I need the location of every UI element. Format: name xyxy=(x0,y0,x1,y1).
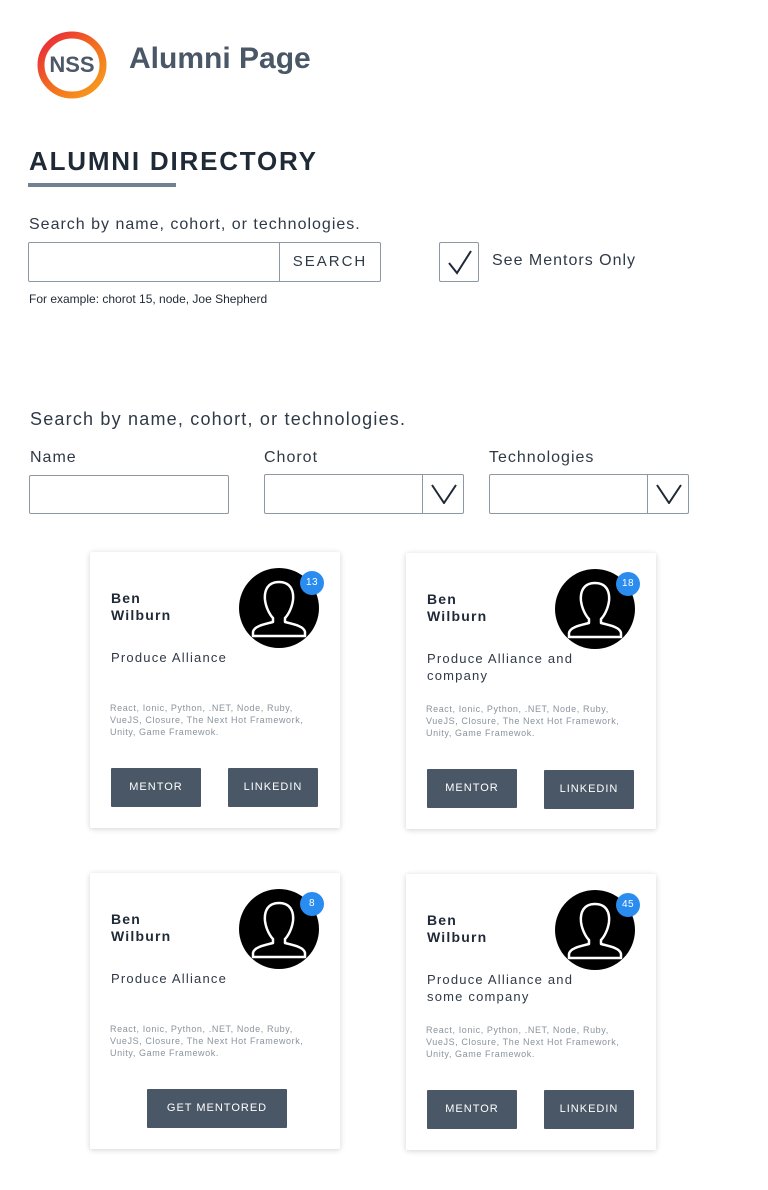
get-mentored-button[interactable]: GET MENTORED xyxy=(147,1089,287,1128)
alumni-last-name: Wilburn xyxy=(111,607,172,623)
cohort-dropdown-toggle[interactable] xyxy=(422,475,463,513)
search-button[interactable]: SEARCH xyxy=(279,242,381,282)
mentors-only-label: See Mentors Only xyxy=(492,252,637,269)
nss-logo: NSS xyxy=(36,30,108,100)
alumni-name: Ben Wilburn xyxy=(427,591,537,625)
chevron-down-icon xyxy=(431,484,457,504)
alumni-technologies: React, Ionic, Python, .NET, Node, Ruby, … xyxy=(110,703,304,737)
name-input[interactable] xyxy=(29,475,229,514)
alumni-company: Produce Alliance xyxy=(111,650,228,665)
linkedin-button[interactable]: LINKEDIN xyxy=(544,1090,634,1129)
tech-dropdown-toggle[interactable] xyxy=(647,475,688,513)
alumni-last-name: Wilburn xyxy=(427,929,488,945)
mentor-button[interactable]: MENTOR xyxy=(111,768,201,807)
alumni-company: Produce Alliance xyxy=(111,971,228,986)
tech-select[interactable] xyxy=(489,474,689,514)
page: NSS Alumni Page ALUMNI DIRECTORY Search … xyxy=(0,0,768,1190)
mentor-button[interactable]: MENTOR xyxy=(427,769,517,808)
mentors-only-checkbox[interactable] xyxy=(439,242,479,282)
alumni-first-name: Ben xyxy=(111,590,142,606)
alumni-name: Ben Wilburn xyxy=(427,912,537,946)
alumni-company: Produce Alliance and some company xyxy=(427,972,574,1004)
alumni-first-name: Ben xyxy=(427,912,458,928)
alumni-card: Ben Wilburn 18 Produce Alliance and comp… xyxy=(406,553,656,829)
mentee-count-badge: 13 xyxy=(300,571,324,595)
alumni-first-name: Ben xyxy=(111,911,142,927)
alumni-last-name: Wilburn xyxy=(427,608,488,624)
alumni-card: Ben Wilburn 8 Produce Alliance React, Io… xyxy=(90,873,340,1149)
alumni-name: Ben Wilburn xyxy=(111,911,221,945)
alumni-card: Ben Wilburn 45 Produce Alliance and some… xyxy=(406,874,656,1150)
chevron-down-icon xyxy=(656,484,682,504)
linkedin-button[interactable]: LINKEDIN xyxy=(544,770,634,809)
tech-label: Technologies xyxy=(489,449,595,466)
title-underline xyxy=(28,183,176,187)
linkedin-button[interactable]: LINKEDIN xyxy=(228,768,318,807)
name-label: Name xyxy=(30,449,77,466)
checkmark-icon xyxy=(448,250,472,275)
mentor-button[interactable]: MENTOR xyxy=(427,1090,517,1129)
alumni-last-name: Wilburn xyxy=(111,928,172,944)
mentee-count-badge: 45 xyxy=(616,893,640,917)
cohort-label: Chorot xyxy=(264,449,319,466)
search-input[interactable] xyxy=(29,243,279,281)
logo-text: NSS xyxy=(49,52,95,77)
directory-title: ALUMNI DIRECTORY xyxy=(29,146,318,176)
mentee-count-badge: 18 xyxy=(616,572,640,596)
alumni-name: Ben Wilburn xyxy=(111,590,221,624)
alumni-technologies: React, Ionic, Python, .NET, Node, Ruby, … xyxy=(110,1024,304,1058)
search-caption: Search by name, cohort, or technologies. xyxy=(29,216,361,233)
alumni-technologies: React, Ionic, Python, .NET, Node, Ruby, … xyxy=(426,1025,620,1059)
alumni-card: Ben Wilburn 13 Produce Alliance React, I… xyxy=(90,552,340,828)
filter-caption: Search by name, cohort, or technologies. xyxy=(30,409,407,429)
cohort-select[interactable] xyxy=(264,474,464,514)
app-title: Alumni Page xyxy=(129,42,311,75)
alumni-first-name: Ben xyxy=(427,591,458,607)
alumni-company: Produce Alliance and company xyxy=(427,651,574,683)
search-example: For example: chorot 15, node, Joe Shephe… xyxy=(29,292,268,306)
mentee-count-badge: 8 xyxy=(300,892,324,916)
alumni-technologies: React, Ionic, Python, .NET, Node, Ruby, … xyxy=(426,704,620,738)
